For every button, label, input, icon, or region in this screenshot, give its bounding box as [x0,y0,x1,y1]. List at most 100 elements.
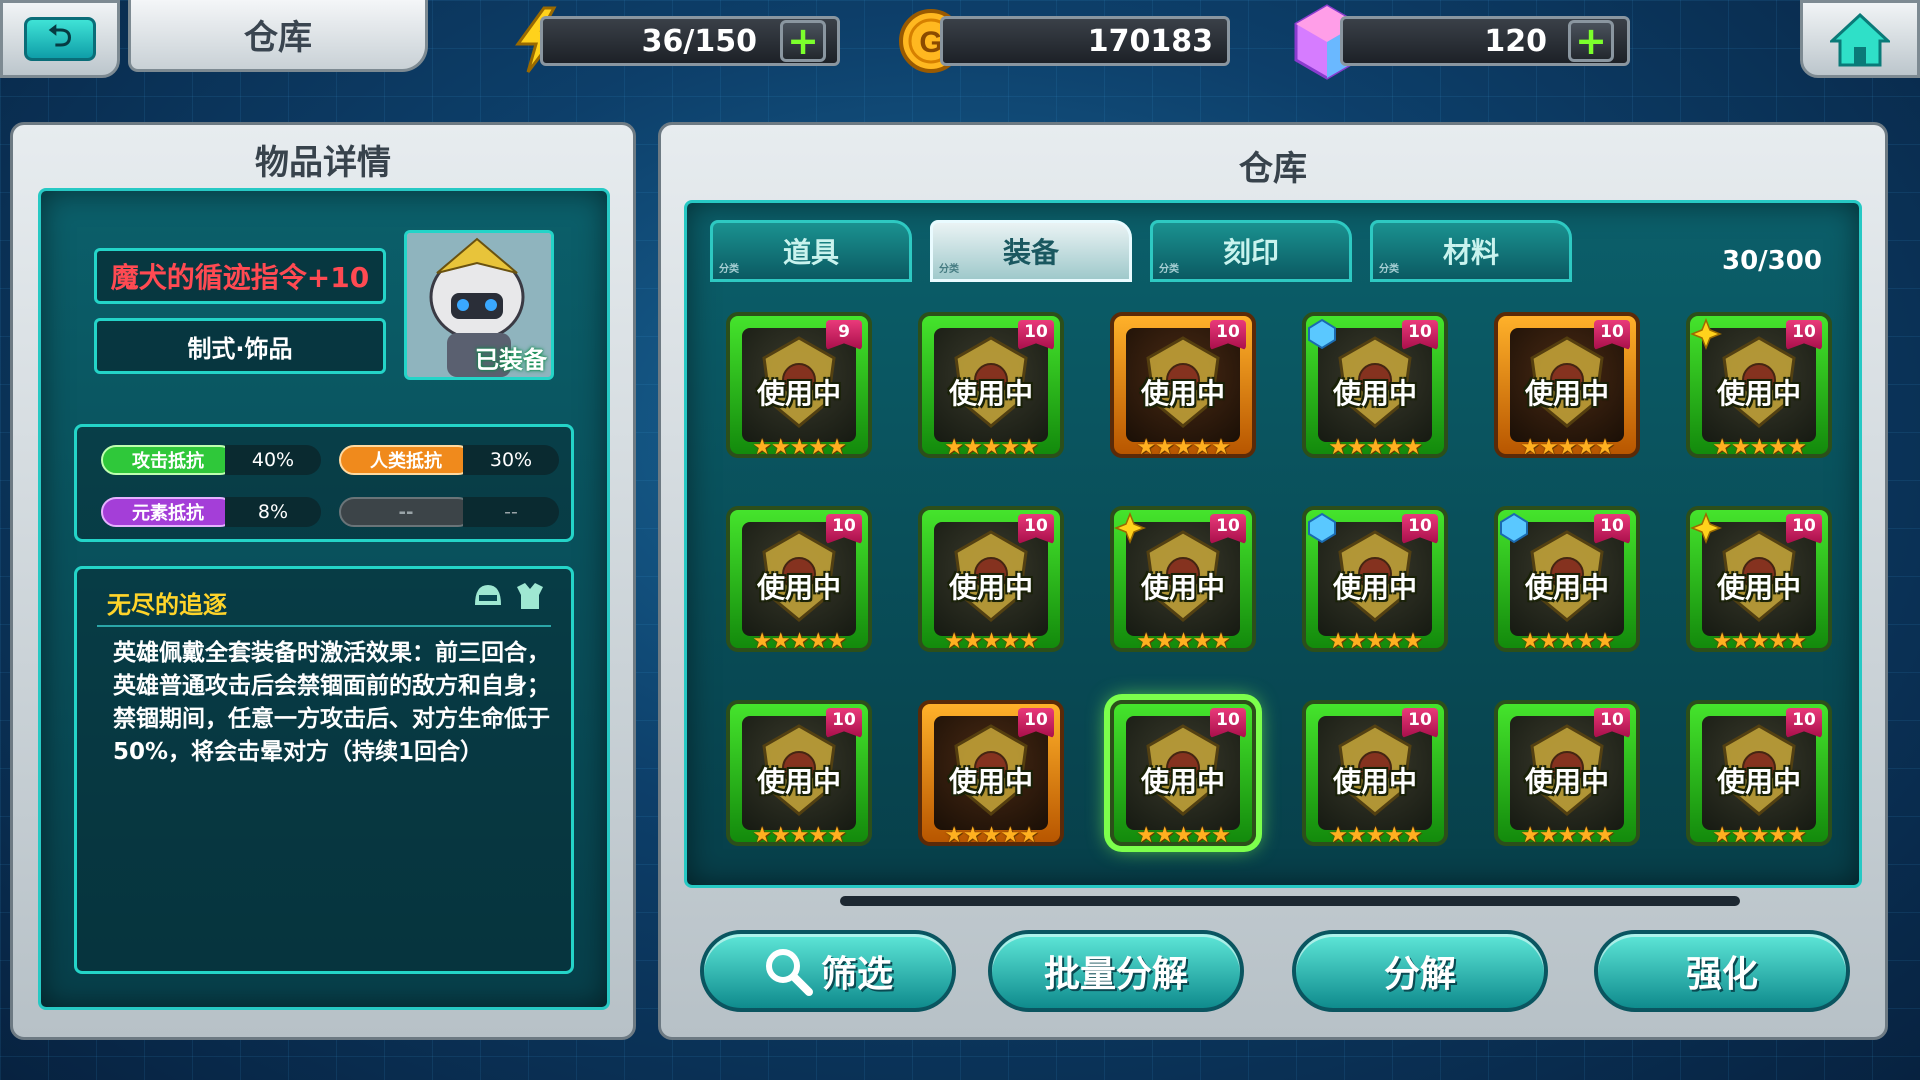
tab-label: 道具 [782,236,839,269]
add-energy-button[interactable]: + [780,20,826,62]
batch-decompose-button[interactable]: 批量分解 [988,930,1244,1012]
star-rating: ★★★★★ [1328,435,1423,460]
equipment-slot[interactable]: 10 使用中 ★★★★★ [726,506,872,654]
equipped-badge: 已装备 [475,346,547,374]
back-button[interactable]: ⮌ [0,0,120,78]
equipment-slot[interactable]: 10 使用中 ★★★★★ [1686,312,1832,460]
set-bonus-box: 无尽的追逐 英雄佩戴全套装备时激活效果：前三回合，英雄普通攻击后会禁锢面前的敌方… [74,566,574,974]
filter-button[interactable]: 筛选 [700,930,956,1012]
tab-items[interactable]: 道具 分类 [710,220,912,282]
stat-attack-resist: 攻击抵抗 40% [101,443,321,477]
equipment-slot[interactable]: 10 使用中 ★★★★★ [1302,506,1448,654]
stats-box: 攻击抵抗 40% 人类抵抗 30% 元素抵抗 8% -- -- [74,424,574,542]
tab-corner-label: 分类 [939,264,959,275]
star-rating: ★★★★★ [752,629,847,654]
stat-label: 元素抵抗 [101,497,235,527]
equipment-slot[interactable]: 10 使用中 ★★★★★ [918,312,1064,460]
star-rating: ★★★★★ [1520,435,1615,460]
equipment-slot[interactable]: 10 使用中 ★★★★★ [1110,312,1256,460]
home-icon [1830,12,1890,67]
star-rating: ★★★★★ [1520,823,1615,848]
stat-label: 攻击抵抗 [101,445,235,475]
decompose-button[interactable]: 分解 [1292,930,1548,1012]
filter-label: 筛选 [820,954,893,995]
equipment-slot[interactable]: 10 使用中 ★★★★★ [1494,700,1640,848]
equipment-slot[interactable]: 10 使用中 ★★★★★ [1494,506,1640,654]
stat-value: 8% [225,497,321,527]
tab-corner-label: 分类 [1159,264,1179,275]
equipment-slot[interactable]: 10 使用中 ★★★★★ [918,700,1064,848]
scrollbar[interactable] [840,896,1740,906]
equipment-slot[interactable]: 10 使用中 ★★★★★ [1302,312,1448,460]
enhance-button[interactable]: 强化 [1594,930,1850,1012]
in-use-label: 使用中 [1524,571,1609,604]
stat-label: -- [339,497,473,527]
set-description: 英雄佩戴全套装备时激活效果：前三回合，英雄普通攻击后会禁锢面前的敌方和自身；禁锢… [113,640,550,765]
tab-corner-label: 分类 [1379,264,1399,275]
tab-label: 装备 [1002,236,1059,269]
equipment-slot[interactable]: 10 使用中 ★★★★★ [1110,700,1256,848]
in-use-label: 使用中 [948,377,1033,410]
in-use-label: 使用中 [1332,571,1417,604]
equipment-slot[interactable]: 10 使用中 ★★★★★ [918,506,1064,654]
home-button[interactable] [1800,0,1920,78]
inventory-count: 30/300 [1722,246,1822,276]
in-use-label: 使用中 [1332,377,1417,410]
star-rating: ★★★★★ [1136,629,1231,654]
gold-star-gem-icon [1114,512,1146,544]
item-name: 魔犬的循迹指令+10 [94,248,386,304]
tab-materials[interactable]: 材料 分类 [1370,220,1572,282]
gold-star-gem-icon [1690,318,1722,350]
equipment-slot[interactable]: 10 使用中 ★★★★★ [1110,506,1256,654]
in-use-label: 使用中 [756,377,841,410]
stat-element-resist: 元素抵抗 8% [101,495,321,529]
tab-engraving[interactable]: 刻印 分类 [1150,220,1352,282]
divider [97,625,551,627]
stat-label: 人类抵抗 [339,445,473,475]
back-arrow-icon: ⮌ [24,17,96,61]
star-rating: ★★★★★ [1328,629,1423,654]
equipment-slot[interactable]: 10 使用中 ★★★★★ [1302,700,1448,848]
blue-gem-icon [1308,512,1336,544]
gold-counter: 170183 [940,16,1230,66]
stat-value: -- [463,497,559,527]
warehouse-panel-title: 仓库 [1239,149,1307,189]
in-use-label: 使用中 [1524,377,1609,410]
in-use-label: 使用中 [948,765,1033,798]
search-icon [765,949,813,996]
in-use-label: 使用中 [1332,765,1417,798]
in-use-label: 使用中 [1140,377,1225,410]
in-use-label: 使用中 [1716,765,1801,798]
star-rating: ★★★★★ [1712,629,1807,654]
star-rating: ★★★★★ [1712,435,1807,460]
star-rating: ★★★★★ [944,435,1039,460]
star-rating: ★★★★★ [1712,823,1807,848]
equipment-slot[interactable]: 10 使用中 ★★★★★ [1686,506,1832,654]
equipment-slot[interactable]: 10 使用中 ★★★★★ [1494,312,1640,460]
star-rating: ★★★★★ [1328,823,1423,848]
stat-empty: -- -- [339,495,559,529]
gold-star-gem-icon [1690,512,1722,544]
star-rating: ★★★★★ [1136,435,1231,460]
star-rating: ★★★★★ [1136,823,1231,848]
tab-label: 材料 [1442,236,1499,269]
star-rating: ★★★★★ [752,823,847,848]
equipment-slot[interactable]: 9 使用中 ★★★★★ [726,312,872,460]
in-use-label: 使用中 [1716,571,1801,604]
hero-portrait: 已装备 [404,230,554,380]
in-use-label: 使用中 [1140,765,1225,798]
tab-equipment[interactable]: 装备 分类 [930,220,1132,282]
tab-corner-label: 分类 [719,264,739,275]
tab-label: 刻印 [1222,236,1279,269]
star-rating: ★★★★★ [944,629,1039,654]
detail-panel-title: 物品详情 [255,143,391,183]
equipment-slot[interactable]: 10 使用中 ★★★★★ [726,700,872,848]
page-title: 仓库 [128,0,428,72]
set-icons [471,581,547,611]
in-use-label: 使用中 [756,765,841,798]
star-rating: ★★★★★ [1520,629,1615,654]
blue-gem-icon [1308,318,1336,350]
add-gems-button[interactable]: + [1568,20,1614,62]
equipment-slot[interactable]: 10 使用中 ★★★★★ [1686,700,1832,848]
in-use-label: 使用中 [948,571,1033,604]
